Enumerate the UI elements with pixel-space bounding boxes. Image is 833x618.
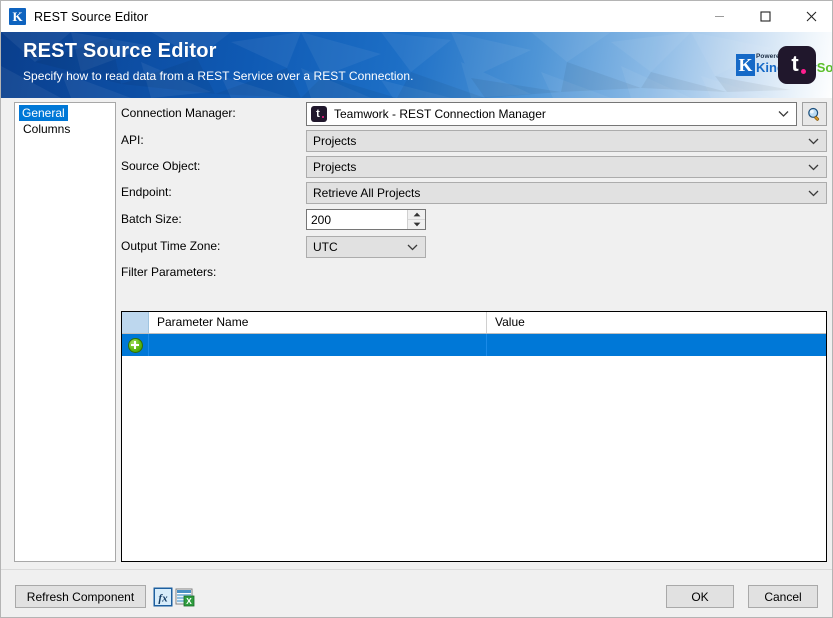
output-time-zone-value: UTC bbox=[313, 240, 338, 254]
teamwork-icon-dot bbox=[321, 115, 324, 118]
ok-button[interactable]: OK bbox=[666, 585, 734, 608]
chevron-down-icon bbox=[407, 237, 418, 257]
filter-parameters-label: Filter Parameters: bbox=[121, 265, 217, 279]
content-area: General Columns Connection Manager: t Te… bbox=[1, 98, 832, 569]
source-object-combobox[interactable]: Projects bbox=[306, 156, 827, 178]
column-header-parameter-name[interactable]: Parameter Name bbox=[149, 312, 487, 333]
spin-up-icon[interactable] bbox=[408, 210, 425, 220]
header-banner: REST Source Editor Specify how to read d… bbox=[1, 32, 832, 98]
teamwork-icon-letter: t bbox=[316, 107, 320, 120]
spreadsheet-export-icon[interactable]: X bbox=[175, 587, 195, 607]
expression-fx-icon[interactable]: fx bbox=[153, 587, 173, 607]
nav-item-general[interactable]: General bbox=[19, 105, 68, 121]
table-row[interactable] bbox=[122, 334, 826, 356]
kingswaysoft-logo: K Powered By KingswaySoft bbox=[736, 52, 832, 78]
svg-text:X: X bbox=[186, 596, 192, 606]
banner-subtitle: Specify how to read data from a REST Ser… bbox=[23, 69, 414, 83]
banner-title: REST Source Editor bbox=[23, 40, 217, 62]
nav-item-columns[interactable]: Columns bbox=[16, 121, 114, 137]
teamwork-logo-letter: t bbox=[791, 51, 799, 76]
batch-size-label: Batch Size: bbox=[121, 212, 182, 226]
connection-manager-label: Connection Manager: bbox=[121, 106, 236, 120]
plus-icon bbox=[127, 337, 143, 353]
refresh-component-button[interactable]: Refresh Component bbox=[15, 585, 146, 608]
svg-text:fx: fx bbox=[158, 593, 168, 605]
api-combobox[interactable]: Projects bbox=[306, 130, 827, 152]
chevron-down-icon bbox=[778, 111, 789, 118]
title-bar: K REST Source Editor bbox=[1, 1, 832, 32]
api-value: Projects bbox=[313, 134, 357, 148]
teamwork-icon: t bbox=[311, 106, 327, 122]
brand-name-second: Soft bbox=[816, 60, 833, 75]
filter-parameters-grid: Parameter Name Value bbox=[121, 311, 827, 562]
page-navigation-panel: General Columns bbox=[14, 102, 116, 562]
cancel-button[interactable]: Cancel bbox=[748, 585, 818, 608]
window-title: REST Source Editor bbox=[34, 9, 149, 24]
source-object-label: Source Object: bbox=[121, 159, 201, 173]
spin-down-icon[interactable] bbox=[408, 220, 425, 229]
column-header-value[interactable]: Value bbox=[487, 312, 826, 333]
close-icon[interactable] bbox=[788, 1, 832, 32]
browse-connection-button[interactable] bbox=[802, 102, 827, 126]
connection-manager-combobox[interactable]: t Teamwork - REST Connection Manager bbox=[306, 102, 797, 126]
batch-size-spin-buttons bbox=[407, 210, 425, 229]
connection-manager-value: Teamwork - REST Connection Manager bbox=[334, 107, 546, 121]
chevron-down-icon bbox=[808, 183, 819, 203]
chevron-down-icon bbox=[808, 157, 819, 177]
magnifier-icon bbox=[808, 107, 820, 121]
cell-parameter-name[interactable] bbox=[149, 334, 487, 356]
kingswaysoft-k-badge: K bbox=[736, 54, 755, 76]
rest-source-editor-window: K REST Source Editor REST Source Editor … bbox=[0, 0, 833, 618]
grid-header-row: Parameter Name Value bbox=[122, 312, 826, 334]
source-object-value: Projects bbox=[313, 160, 357, 174]
teamwork-logo: t bbox=[778, 46, 816, 84]
grid-corner-header[interactable] bbox=[122, 312, 149, 333]
endpoint-value: Retrieve All Projects bbox=[313, 186, 421, 200]
endpoint-combobox[interactable]: Retrieve All Projects bbox=[306, 182, 827, 204]
maximize-icon[interactable] bbox=[742, 1, 788, 32]
chevron-down-icon bbox=[808, 131, 819, 151]
footer-bar: Refresh Component fx X OK Cancel bbox=[1, 569, 832, 617]
batch-size-value: 200 bbox=[311, 212, 332, 227]
api-label: API: bbox=[121, 133, 144, 147]
teamwork-logo-dot bbox=[801, 69, 806, 74]
batch-size-stepper[interactable]: 200 bbox=[306, 209, 426, 230]
output-time-zone-combobox[interactable]: UTC bbox=[306, 236, 426, 258]
title-bar-left: K REST Source Editor bbox=[9, 1, 148, 32]
kingswaysoft-k-icon: K bbox=[9, 8, 26, 25]
cell-value[interactable] bbox=[487, 334, 826, 356]
minimize-icon[interactable] bbox=[696, 1, 742, 32]
endpoint-label: Endpoint: bbox=[121, 185, 172, 199]
new-row-add-icon[interactable] bbox=[122, 334, 149, 356]
window-controls bbox=[696, 1, 832, 32]
kingswaysoft-k-letter: K bbox=[738, 55, 753, 75]
app-icon-letter: K bbox=[12, 9, 23, 24]
output-time-zone-label: Output Time Zone: bbox=[121, 239, 221, 253]
